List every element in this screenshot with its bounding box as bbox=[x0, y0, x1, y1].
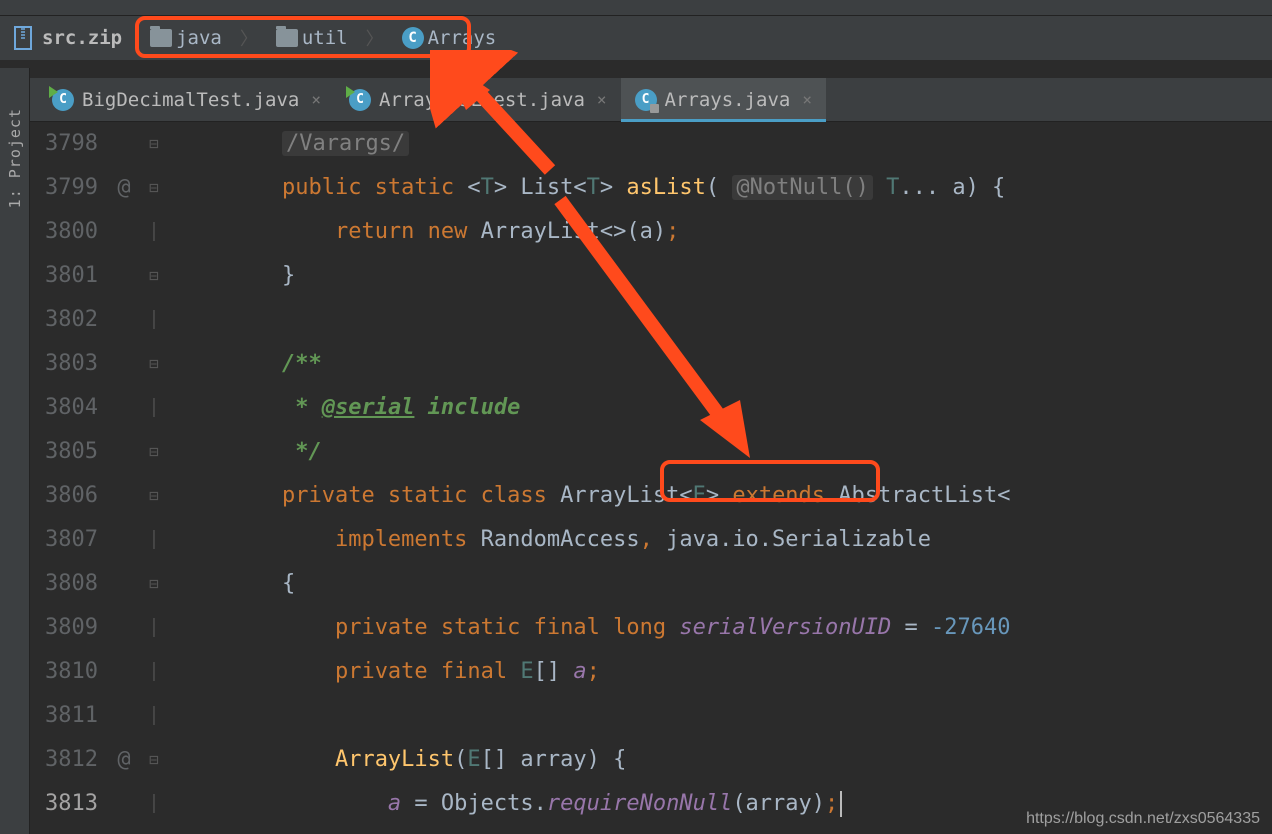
code-text[interactable]: /Varargs/ bbox=[168, 122, 1272, 166]
code-line[interactable]: 3798 ⊟ /Varargs/ bbox=[30, 122, 1272, 166]
breadcrumb-label: util bbox=[302, 27, 348, 49]
window-titlebar bbox=[0, 0, 1272, 16]
breadcrumb-segment-arrays[interactable]: C Arrays bbox=[396, 25, 503, 51]
editor-tab[interactable]: C BigDecimalTest.java × bbox=[38, 78, 335, 121]
fold-icon[interactable]: ⊟ bbox=[140, 562, 168, 606]
line-number[interactable]: 3806 bbox=[30, 474, 108, 518]
code-text[interactable]: private static final long serialVersionU… bbox=[168, 606, 1272, 650]
fold-icon[interactable]: │ bbox=[140, 298, 168, 342]
code-line[interactable]: 3809 │ private static final long serialVe… bbox=[30, 606, 1272, 650]
close-icon[interactable]: × bbox=[311, 90, 321, 109]
fold-icon[interactable]: │ bbox=[140, 210, 168, 254]
code-text[interactable]: { bbox=[168, 562, 1272, 606]
breadcrumb-archive[interactable]: src.zip bbox=[42, 27, 122, 49]
fold-icon[interactable]: ⊟ bbox=[140, 474, 168, 518]
folder-icon bbox=[150, 29, 172, 47]
breadcrumb-label: java bbox=[176, 27, 222, 49]
code-line[interactable]: 3800 │ return new ArrayList<>(a); bbox=[30, 210, 1272, 254]
line-number[interactable]: 3812 bbox=[30, 738, 108, 782]
code-line[interactable]: 3801 ⊟ } bbox=[30, 254, 1272, 298]
code-line[interactable]: 3810 │ private final E[] a; bbox=[30, 650, 1272, 694]
line-number[interactable]: 3801 bbox=[30, 254, 108, 298]
breadcrumb-label: Arrays bbox=[428, 27, 497, 49]
fold-icon[interactable]: ⊟ bbox=[140, 430, 168, 474]
gutter-annotation[interactable]: @ bbox=[108, 738, 140, 782]
class-icon: C bbox=[402, 27, 424, 49]
fold-icon[interactable]: │ bbox=[140, 518, 168, 562]
line-number[interactable]: 3805 bbox=[30, 430, 108, 474]
breadcrumb-segment-java[interactable]: java bbox=[144, 25, 228, 51]
code-editor[interactable]: 3798⊟ /Varargs/3799@⊟ public static <T> … bbox=[30, 122, 1272, 834]
code-line[interactable]: 3802 │ bbox=[30, 298, 1272, 342]
run-badge-icon bbox=[49, 86, 58, 98]
code-line[interactable]: 3806 ⊟ private static class ArrayList<E> … bbox=[30, 474, 1272, 518]
chevron-right-icon: 〉 bbox=[236, 25, 262, 51]
breadcrumb-bar: src.zip java 〉 util 〉 C Arrays bbox=[0, 16, 1272, 60]
line-number[interactable]: 3809 bbox=[30, 606, 108, 650]
line-number[interactable]: 3798 bbox=[30, 122, 108, 166]
code-line[interactable]: 3811 │ bbox=[30, 694, 1272, 738]
code-text[interactable]: } bbox=[168, 254, 1272, 298]
code-text[interactable]: * @serial include bbox=[168, 386, 1272, 430]
code-line[interactable]: 3808 ⊟ { bbox=[30, 562, 1272, 606]
tab-label: Arrays.java bbox=[665, 89, 791, 111]
close-icon[interactable]: × bbox=[802, 90, 812, 109]
line-number[interactable]: 3799 bbox=[30, 166, 108, 210]
fold-icon[interactable]: │ bbox=[140, 606, 168, 650]
code-line[interactable]: 3803 ⊟ /** bbox=[30, 342, 1272, 386]
fold-icon[interactable]: │ bbox=[140, 650, 168, 694]
fold-icon[interactable]: ⊟ bbox=[140, 254, 168, 298]
code-text[interactable]: */ bbox=[168, 430, 1272, 474]
class-icon: C bbox=[635, 89, 657, 111]
code-text[interactable]: public static <T> List<T> asList( @NotNu… bbox=[168, 166, 1272, 210]
class-icon: C bbox=[349, 89, 371, 111]
line-number[interactable]: 3800 bbox=[30, 210, 108, 254]
code-line[interactable]: 3804 │ * @serial include bbox=[30, 386, 1272, 430]
line-number[interactable]: 3803 bbox=[30, 342, 108, 386]
breadcrumb-segment-util[interactable]: util bbox=[270, 25, 354, 51]
tab-label: BigDecimalTest.java bbox=[82, 89, 299, 111]
tool-window-bar: 1: Project bbox=[0, 68, 30, 834]
code-text[interactable]: private final E[] a; bbox=[168, 650, 1272, 694]
line-number[interactable]: 3802 bbox=[30, 298, 108, 342]
tool-window-project[interactable]: 1: Project bbox=[6, 108, 24, 208]
fold-icon[interactable]: │ bbox=[140, 694, 168, 738]
code-text[interactable]: private static class ArrayList<E> extend… bbox=[168, 474, 1272, 518]
editor-tab[interactable]: C Arrays.java × bbox=[621, 78, 826, 121]
line-number[interactable]: 3811 bbox=[30, 694, 108, 738]
tab-label: ArraysAsL est.java bbox=[379, 89, 585, 111]
line-number[interactable]: 3813 bbox=[30, 782, 108, 826]
fold-icon[interactable]: │ bbox=[140, 386, 168, 430]
code-line[interactable]: 3799@⊟ public static <T> List<T> asList(… bbox=[30, 166, 1272, 210]
code-text[interactable]: ArrayList(E[] array) { bbox=[168, 738, 1272, 782]
archive-icon bbox=[12, 25, 34, 51]
chevron-right-icon: 〉 bbox=[362, 25, 388, 51]
folder-icon bbox=[276, 29, 298, 47]
line-number[interactable]: 3814 bbox=[30, 826, 108, 834]
gutter-annotation[interactable]: @ bbox=[108, 166, 140, 210]
line-number[interactable]: 3808 bbox=[30, 562, 108, 606]
fold-icon[interactable]: ⊟ bbox=[140, 738, 168, 782]
close-icon[interactable]: × bbox=[597, 90, 607, 109]
line-number[interactable]: 3807 bbox=[30, 518, 108, 562]
code-text[interactable]: /** bbox=[168, 342, 1272, 386]
watermark: https://blog.csdn.net/zxs0564335 bbox=[1026, 810, 1260, 828]
fold-icon[interactable]: │ bbox=[140, 782, 168, 826]
fold-icon[interactable]: ⊟ bbox=[140, 166, 168, 210]
code-line[interactable]: 3805 ⊟ */ bbox=[30, 430, 1272, 474]
code-line[interactable]: 3812@⊟ ArrayList(E[] array) { bbox=[30, 738, 1272, 782]
line-number[interactable]: 3804 bbox=[30, 386, 108, 430]
code-text[interactable]: implements RandomAccess, java.io.Seriali… bbox=[168, 518, 1272, 562]
run-badge-icon bbox=[346, 86, 355, 98]
line-number[interactable]: 3810 bbox=[30, 650, 108, 694]
code-line[interactable]: 3807 │ implements RandomAccess, java.io.S… bbox=[30, 518, 1272, 562]
editor-tab[interactable]: C ArraysAsL est.java × bbox=[335, 78, 621, 121]
code-text[interactable]: return new ArrayList<>(a); bbox=[168, 210, 1272, 254]
fold-icon[interactable]: ⊟ bbox=[140, 122, 168, 166]
class-icon: C bbox=[52, 89, 74, 111]
fold-icon[interactable]: ⊟ bbox=[140, 342, 168, 386]
fold-icon[interactable]: ⊟ bbox=[140, 826, 168, 834]
lock-icon bbox=[650, 104, 659, 113]
editor-tab-bar: C BigDecimalTest.java × C ArraysAsL est.java… bbox=[0, 78, 1272, 122]
